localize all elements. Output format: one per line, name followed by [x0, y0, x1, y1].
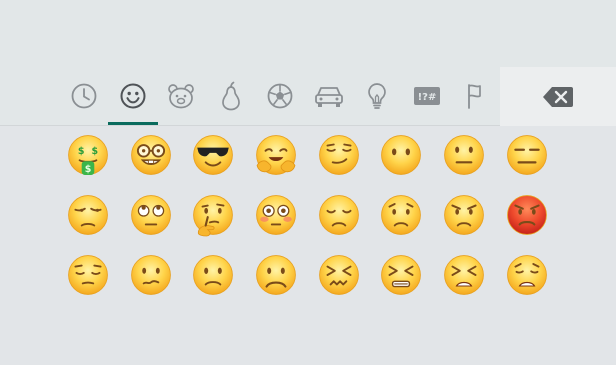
nerd-face-icon [130, 135, 171, 175]
svg-text:$: $ [85, 164, 92, 175]
animal-bear-icon [168, 84, 194, 109]
pouting-face-icon [506, 195, 547, 235]
symbols-icon: !?# [414, 87, 440, 105]
worried-face-icon [381, 195, 422, 235]
emoji-worried-face[interactable] [379, 193, 423, 237]
disappointed-face-icon [318, 195, 359, 235]
smirking-face-icon [318, 135, 359, 175]
emoji-tired-face[interactable] [442, 253, 486, 297]
emoji-nerd-face[interactable] [129, 133, 173, 177]
backspace-icon [543, 86, 573, 107]
thinking-face-icon [193, 195, 234, 237]
lightbulb-icon [368, 83, 386, 109]
car-icon [315, 87, 343, 107]
slightly-frowning-face-icon [193, 255, 234, 295]
confused-face-icon [130, 255, 171, 295]
emoji-money-mouth-face[interactable]: $ $ $ [66, 133, 110, 177]
emoji-neutral-face[interactable] [442, 133, 486, 177]
frowning-face-icon [256, 255, 296, 295]
emoji-smiling-face-with-sunglasses[interactable] [191, 133, 235, 177]
smiling-face-with-sunglasses-icon [193, 135, 234, 175]
face-without-mouth-icon [381, 135, 422, 175]
svg-text:$: $ [92, 146, 99, 157]
emoji-hugging-face[interactable] [254, 133, 298, 177]
tab-animals[interactable] [160, 67, 202, 125]
tab-recent[interactable] [63, 67, 105, 125]
tab-smileys[interactable] [112, 67, 154, 125]
svg-text:$: $ [78, 146, 85, 157]
emoji-grid: $ $ $ [66, 133, 549, 297]
confounded-face-icon [318, 255, 359, 295]
smiley-icon [120, 83, 146, 109]
angry-face-icon [444, 195, 484, 235]
emoji-thinking-face[interactable] [191, 193, 235, 237]
emoji-confused-face[interactable] [129, 253, 173, 297]
emoji-disappointed-face[interactable] [317, 193, 361, 237]
svg-text:!?#: !?# [418, 92, 437, 103]
recent-clock-icon [71, 83, 97, 109]
expressionless-face-icon [506, 135, 547, 175]
flushed-face-icon [256, 195, 296, 235]
tired-face-icon [444, 255, 484, 295]
tab-activity[interactable] [259, 67, 301, 125]
emoji-smirking-face[interactable] [317, 133, 361, 177]
emoji-pensive-face[interactable] [66, 253, 110, 297]
money-mouth-face-icon: $ $$ [68, 135, 108, 175]
soccer-ball-icon [267, 83, 293, 109]
tab-objects[interactable] [356, 67, 398, 125]
emoji-flushed-face[interactable] [254, 193, 298, 237]
emoji-unamused-face[interactable] [66, 193, 110, 237]
emoji-frowning-face[interactable] [254, 253, 298, 297]
emoji-persevering-face[interactable] [379, 253, 423, 297]
tab-travel[interactable] [308, 67, 350, 125]
backspace-button[interactable] [500, 67, 616, 126]
tab-flags[interactable] [455, 67, 497, 125]
emoji-slightly-frowning-face[interactable] [191, 253, 235, 297]
emoji-expressionless-face[interactable] [505, 133, 549, 177]
top-band [0, 0, 616, 67]
pear-food-icon [222, 81, 240, 111]
emoji-face-with-rolling-eyes[interactable] [129, 193, 173, 237]
active-tab-indicator [108, 122, 158, 125]
emoji-angry-face[interactable] [442, 193, 486, 237]
face-with-rolling-eyes-icon [130, 195, 171, 235]
persevering-face-icon [381, 255, 422, 295]
hugging-face-icon [256, 135, 296, 175]
tab-symbols[interactable]: !?# [406, 67, 448, 125]
emoji-weary-face[interactable] [505, 253, 549, 297]
pensive-face-icon [68, 255, 108, 295]
emoji-confounded-face[interactable] [317, 253, 361, 297]
flag-icon [468, 84, 481, 109]
weary-face-icon [506, 255, 547, 295]
unamused-face-icon [68, 195, 108, 235]
neutral-face-icon [444, 135, 484, 175]
emoji-pouting-face[interactable] [505, 193, 549, 237]
emoji-face-without-mouth[interactable] [379, 133, 423, 177]
tab-food[interactable] [210, 67, 252, 125]
